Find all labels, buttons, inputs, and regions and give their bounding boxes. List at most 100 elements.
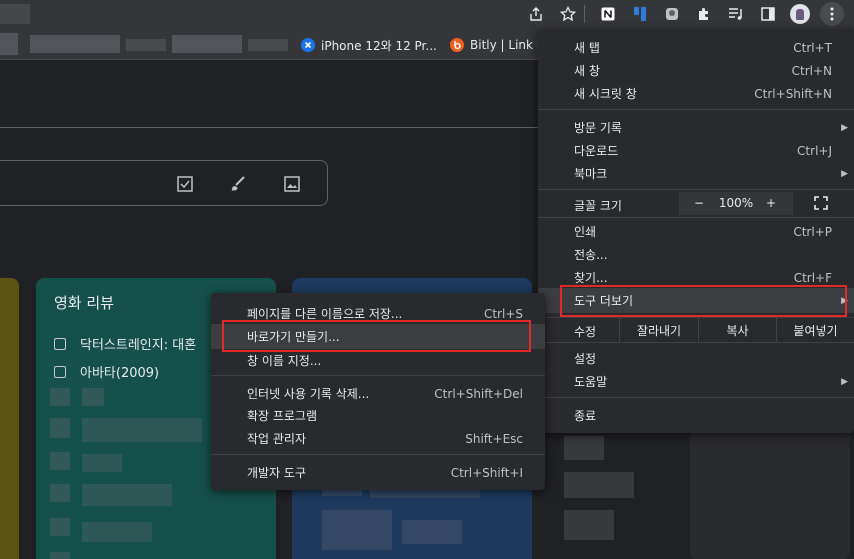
image-icon[interactable]	[281, 173, 303, 195]
menu-item-name-window[interactable]: 창 이름 지정...	[211, 349, 545, 372]
bookmark-item[interactable]: iPhone 12와 12 Pr...	[301, 36, 437, 54]
blurred-content	[82, 418, 202, 442]
blurred-bookmark	[30, 35, 120, 53]
menu-item-cast[interactable]: 전송...	[538, 243, 854, 266]
menu-item-more-tools[interactable]: 도구 더보기 ▶	[538, 288, 854, 313]
blurred-content	[82, 522, 152, 542]
bookmark-label: iPhone 12와 12 Pr...	[321, 38, 437, 53]
blurred-bookmark	[248, 39, 288, 51]
profile-avatar[interactable]	[788, 3, 812, 25]
menu-divider	[211, 375, 545, 376]
media-control-icon[interactable]	[724, 3, 748, 25]
submenu-arrow-icon: ▶	[841, 295, 848, 306]
menu-label: 확장 프로그램	[247, 409, 318, 423]
menu-item-clear-browsing-data[interactable]: 인터넷 사용 기록 삭제... Ctrl+Shift+Del	[211, 382, 545, 405]
cut-button[interactable]: 잘라내기	[619, 318, 698, 342]
fullscreen-icon[interactable]	[814, 196, 828, 213]
notion-extension-icon[interactable]	[596, 3, 620, 25]
paste-label: 붙여넣기	[793, 323, 838, 338]
menu-shortcut: Ctrl+F	[793, 270, 832, 285]
menu-label: 바로가기 만들기...	[247, 330, 340, 344]
checkbox[interactable]	[54, 337, 66, 350]
menu-divider	[538, 342, 854, 343]
zoom-label: 글꼴 크기	[574, 199, 622, 213]
checkbox[interactable]	[54, 365, 66, 378]
extension-square-icon[interactable]	[660, 3, 684, 25]
submenu-arrow-icon: ▶	[841, 122, 848, 133]
menu-item-settings[interactable]: 설정	[538, 347, 854, 370]
menu-item-incognito[interactable]: 새 시크릿 창 Ctrl+Shift+N	[538, 82, 854, 105]
menu-shortcut: Ctrl+Shift+N	[754, 86, 832, 101]
menu-label: 도구 더보기	[574, 294, 634, 308]
menu-label: 종료	[574, 409, 597, 423]
bookmark-star-icon[interactable]	[556, 3, 580, 25]
menu-divider	[211, 454, 545, 455]
menu-item-new-window[interactable]: 새 창 Ctrl+N	[538, 59, 854, 82]
brush-icon[interactable]	[227, 173, 249, 195]
blurred-content	[82, 484, 172, 506]
menu-divider	[538, 217, 854, 218]
take-note-box[interactable]	[0, 160, 328, 206]
menu-item-exit[interactable]: 종료	[538, 404, 854, 427]
blurred-content	[402, 520, 462, 544]
menu-label: 작업 관리자	[247, 432, 307, 446]
bookmark-label: Bitly | Link M	[470, 38, 548, 52]
menu-label: 새 탭	[574, 41, 600, 55]
menu-item-help[interactable]: 도움말 ▶	[538, 370, 854, 393]
zoom-out-button[interactable]: −	[692, 196, 706, 210]
copy-label: 복사	[726, 323, 749, 338]
note-card-blurred[interactable]	[548, 420, 668, 559]
bookmark-item[interactable]: Bitly | Link M	[450, 36, 547, 54]
note-card-dark[interactable]	[690, 420, 850, 559]
menu-shortcut: Ctrl+J	[797, 143, 832, 158]
blurred-content	[50, 418, 70, 438]
menu-shortcut: Ctrl+P	[793, 224, 832, 239]
menu-item-extensions[interactable]: 확장 프로그램	[211, 404, 545, 427]
menu-label: 창 이름 지정...	[247, 354, 322, 368]
side-panel-icon[interactable]	[756, 3, 780, 25]
menu-shortcut: Ctrl+T	[793, 40, 832, 55]
browser-toolbar	[0, 0, 854, 29]
menu-shortcut: Ctrl+N	[791, 63, 832, 78]
blurred-content	[564, 472, 634, 498]
blurred-tab-area	[0, 4, 30, 24]
menu-label: 개발자 도구	[247, 466, 307, 480]
blurred-bookmark	[172, 35, 242, 53]
menu-item-dev-tools[interactable]: 개발자 도구 Ctrl+Shift+I	[211, 461, 545, 484]
blurred-content	[50, 484, 70, 502]
menu-item-new-tab[interactable]: 새 탭 Ctrl+T	[538, 36, 854, 59]
note-card-yellow[interactable]	[0, 278, 19, 559]
menu-item-create-shortcut[interactable]: 바로가기 만들기...	[211, 324, 545, 349]
blurred-content	[564, 510, 614, 540]
menu-shortcut: Ctrl+Shift+I	[450, 465, 523, 480]
menu-item-print[interactable]: 인쇄 Ctrl+P	[538, 220, 854, 243]
menu-item-downloads[interactable]: 다운로드 Ctrl+J	[538, 139, 854, 162]
trello-extension-icon[interactable]	[628, 3, 652, 25]
menu-item-save-page[interactable]: 페이지를 다른 이름으로 저장... Ctrl+S	[211, 302, 545, 325]
paste-button[interactable]: 붙여넣기	[776, 318, 854, 342]
edit-label: 수정	[574, 325, 597, 339]
submenu-arrow-icon: ▶	[841, 168, 848, 179]
menu-item-find[interactable]: 찾기... Ctrl+F	[538, 266, 854, 289]
menu-label: 인터넷 사용 기록 삭제...	[247, 387, 370, 401]
extensions-puzzle-icon[interactable]	[692, 3, 716, 25]
menu-item-history[interactable]: 방문 기록 ▶	[538, 116, 854, 139]
checkbox-list-icon[interactable]	[174, 173, 196, 195]
checklist-item[interactable]: 아바타(2009)	[54, 362, 159, 381]
menu-shortcut: Shift+Esc	[465, 431, 523, 446]
menu-item-bookmarks[interactable]: 북마크 ▶	[538, 162, 854, 185]
submenu-arrow-icon: ▶	[841, 376, 848, 387]
checklist-item[interactable]: 닥터스트레인지: 대혼	[54, 334, 196, 353]
menu-item-task-manager[interactable]: 작업 관리자 Shift+Esc	[211, 427, 545, 450]
bitly-icon	[450, 38, 464, 52]
share-icon[interactable]	[524, 3, 548, 25]
zoom-in-button[interactable]: +	[764, 196, 778, 210]
menu-zoom-row: 글꼴 크기 − 100% +	[538, 192, 854, 215]
menu-edit-row: 수정 잘라내기 복사 붙여넣기	[538, 318, 854, 342]
blurred-content	[50, 518, 70, 536]
copy-button[interactable]: 복사	[698, 318, 776, 342]
x-circle-icon	[301, 38, 315, 52]
checklist-item-text: 닥터스트레인지: 대혼	[80, 338, 197, 353]
blurred-content	[82, 388, 104, 406]
chrome-menu-button[interactable]	[820, 2, 844, 26]
